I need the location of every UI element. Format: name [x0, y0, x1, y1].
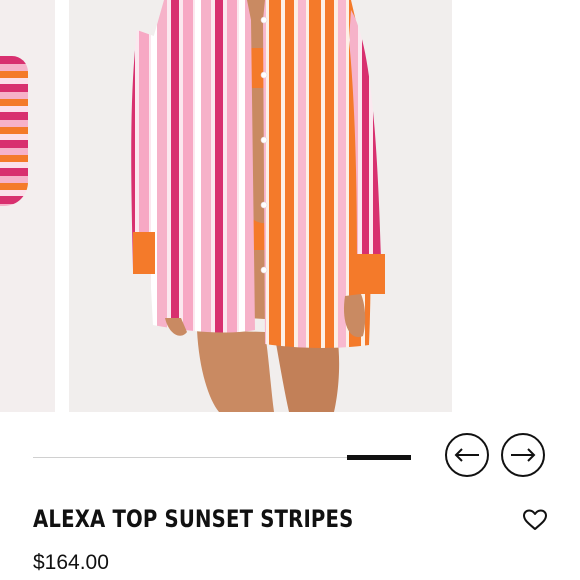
product-main-image[interactable]	[69, 0, 452, 412]
previous-image-button[interactable]	[445, 433, 489, 477]
striped-sleeve-image	[0, 56, 28, 206]
wishlist-button[interactable]	[522, 508, 548, 532]
gallery-background	[452, 0, 580, 412]
striped-shirt-photo	[69, 0, 452, 412]
product-title: ALEXA TOP SUNSET STRIPES	[33, 505, 354, 533]
previous-image-peek[interactable]	[0, 0, 55, 412]
gallery-progress-track	[33, 455, 411, 460]
product-price: $164.00	[33, 551, 109, 574]
next-image-button[interactable]	[501, 433, 545, 477]
product-image-gallery[interactable]	[0, 0, 580, 412]
arrow-right-icon	[511, 448, 536, 462]
heart-outline-icon	[523, 509, 547, 530]
gallery-progress-indicator	[347, 455, 411, 460]
arrow-left-icon	[454, 448, 479, 462]
